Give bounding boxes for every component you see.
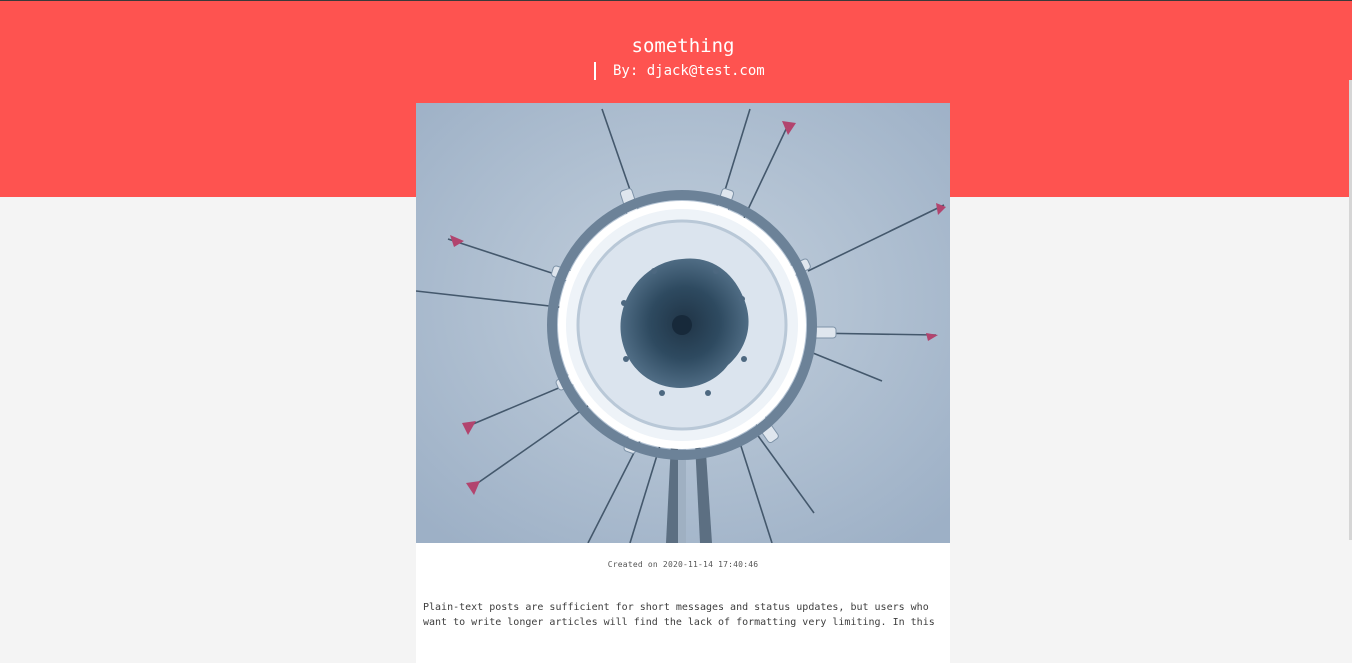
post-cover-image xyxy=(416,103,950,543)
post-body: Plain-text posts are sufficient for shor… xyxy=(423,600,943,630)
post-created-date: Created on 2020-11-14 17:40:46 xyxy=(607,560,759,569)
vertical-bar-icon xyxy=(594,62,596,80)
post-title: something xyxy=(631,35,735,57)
post-card: Created on 2020-11-14 17:40:46 Plain-tex… xyxy=(416,103,950,663)
post-byline: By: djack@test.com xyxy=(594,61,765,81)
post-body-line: Plain-text posts are sufficient for shor… xyxy=(423,602,929,613)
post-body-line: want to write longer articles will find … xyxy=(423,617,935,628)
byline-author: By: djack@test.com xyxy=(613,63,765,79)
